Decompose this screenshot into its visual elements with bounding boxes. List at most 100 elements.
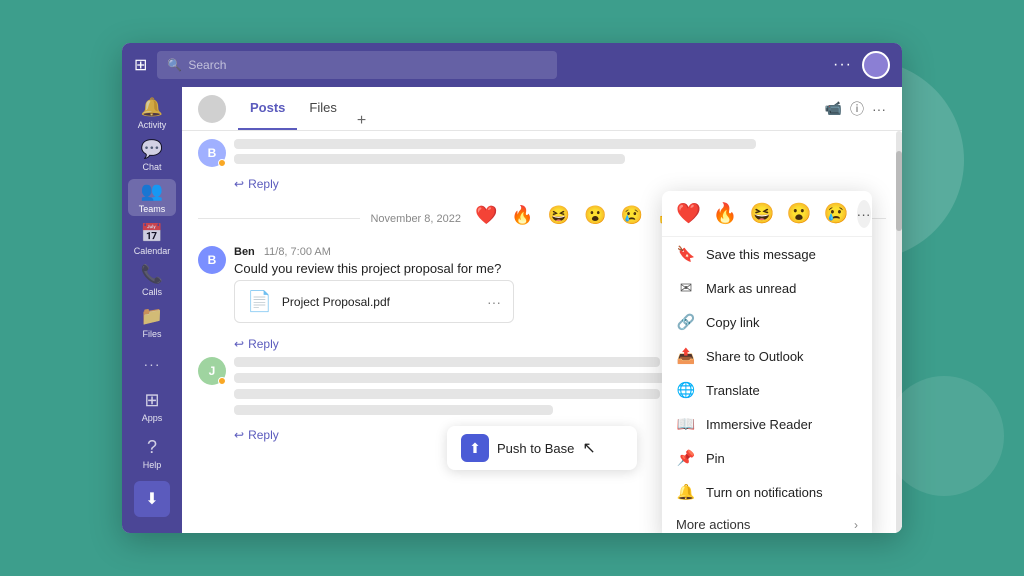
- sidebar-item-calendar[interactable]: 📅 Calendar: [128, 220, 176, 258]
- msg-content-1: [234, 139, 886, 169]
- sidebar-item-calls[interactable]: 📞 Calls: [128, 262, 176, 300]
- date-text: November 8, 2022: [370, 213, 461, 225]
- ctx-item-more-actions[interactable]: More actions ›: [662, 509, 872, 533]
- emoji-reaction-row: ❤️ 🔥 😆 😮 😢 ···: [662, 191, 872, 237]
- sidebar-item-calls-label: Calls: [142, 287, 162, 297]
- chevron-right-icon: ›: [854, 518, 858, 532]
- channel-header-right: 📹 ⓘ ···: [825, 99, 886, 119]
- top-bar: ⊞ 🔍 Search ···: [122, 43, 902, 87]
- ctx-emoji-sad[interactable]: 😢: [820, 199, 853, 228]
- ctx-translate-label: Translate: [706, 383, 760, 398]
- main-layout: 🔔 Activity 💬 Chat 👥 Teams 📅 Calendar 📞 C…: [122, 87, 902, 533]
- video-icon[interactable]: 📹: [825, 100, 842, 117]
- user-avatar[interactable]: [862, 51, 890, 79]
- ctx-item-notifications[interactable]: 🔔 Turn on notifications: [662, 475, 872, 509]
- sidebar-item-teams-label: Teams: [139, 204, 166, 214]
- push-icon: ⬆: [461, 434, 489, 462]
- message-row: B: [198, 139, 886, 169]
- grid-icon[interactable]: ⊞: [134, 55, 147, 75]
- msg-time: 11/8, 7:00 AM: [264, 246, 331, 258]
- info-icon[interactable]: ⓘ: [850, 99, 864, 119]
- ctx-more-emoji-button[interactable]: ···: [857, 200, 871, 228]
- calendar-icon: 📅: [141, 223, 163, 244]
- channel-header: Posts Files + 📹 ⓘ ···: [182, 87, 902, 131]
- ctx-item-pin[interactable]: 📌 Pin: [662, 441, 872, 475]
- save-icon: 🔖: [676, 245, 696, 263]
- skeleton-line: [234, 139, 756, 149]
- reply-label: Reply: [248, 177, 279, 191]
- reply-label-3: Reply: [248, 428, 279, 442]
- reply-label-2: Reply: [248, 337, 279, 351]
- emoji-laugh[interactable]: 😆: [544, 203, 574, 228]
- search-placeholder: Search: [188, 58, 226, 72]
- ctx-item-mark-unread[interactable]: ✉ Mark as unread: [662, 271, 872, 305]
- sidebar-item-files-label: Files: [142, 329, 161, 339]
- sidebar-item-help-label: Help: [143, 460, 162, 470]
- ctx-notifications-label: Turn on notifications: [706, 485, 823, 500]
- sidebar-item-chat[interactable]: 💬 Chat: [128, 137, 176, 175]
- tab-posts[interactable]: Posts: [238, 87, 297, 130]
- search-icon: 🔍: [167, 58, 182, 72]
- pdf-icon: 📄: [247, 289, 272, 314]
- tab-files[interactable]: Files: [297, 87, 348, 130]
- status-indicator-j: [218, 377, 226, 385]
- file-name: Project Proposal.pdf: [282, 295, 390, 309]
- reply-link-1[interactable]: ↩ Reply: [234, 177, 886, 191]
- ctx-item-immersive[interactable]: 📖 Immersive Reader: [662, 407, 872, 441]
- sidebar-item-activity[interactable]: 🔔 Activity: [128, 95, 176, 133]
- ctx-item-save[interactable]: 🔖 Save this message: [662, 237, 872, 271]
- immersive-icon: 📖: [676, 415, 696, 433]
- ctx-emoji-heart[interactable]: ❤️: [672, 199, 705, 228]
- sidebar-item-activity-label: Activity: [138, 120, 167, 130]
- more-icon: ···: [144, 356, 161, 372]
- pin-icon: 📌: [676, 449, 696, 467]
- messages-area[interactable]: B ↩ Reply November 8, 2022 ❤: [182, 131, 902, 533]
- emoji-wow[interactable]: 😮: [580, 203, 610, 228]
- calls-icon: 📞: [141, 264, 163, 285]
- sender-name: Ben: [234, 246, 255, 258]
- avatar-j: J: [198, 357, 226, 385]
- avatar-b1: B: [198, 139, 226, 167]
- ctx-emoji-laugh[interactable]: 😆: [746, 199, 779, 228]
- ctx-save-label: Save this message: [706, 247, 816, 262]
- push-arrow-icon: ⬆: [469, 440, 481, 457]
- ctx-more-actions-label: More actions: [676, 517, 750, 532]
- scroll-thumb: [896, 151, 902, 231]
- ctx-item-share-outlook[interactable]: 📤 Share to Outlook: [662, 339, 872, 373]
- download-button[interactable]: ⬇: [134, 481, 170, 517]
- channel-avatar: [198, 95, 226, 123]
- sidebar-item-teams[interactable]: 👥 Teams: [128, 179, 176, 217]
- context-menu: ❤️ 🔥 😆 😮 😢 ··· 🔖 Save this message ✉: [662, 191, 872, 533]
- skeleton-line-j4: [234, 405, 553, 415]
- skeleton-line-j1: [234, 357, 660, 367]
- ctx-item-translate[interactable]: 🌐 Translate: [662, 373, 872, 407]
- push-to-base-tooltip[interactable]: ⬆ Push to Base ↖: [447, 426, 637, 470]
- ctx-immersive-label: Immersive Reader: [706, 417, 812, 432]
- search-bar[interactable]: 🔍 Search: [157, 51, 557, 79]
- help-icon: ?: [147, 437, 157, 458]
- share-outlook-icon: 📤: [676, 347, 696, 365]
- ctx-item-copy-link[interactable]: 🔗 Copy link: [662, 305, 872, 339]
- translate-icon: 🌐: [676, 381, 696, 399]
- ctx-emoji-fire[interactable]: 🔥: [709, 199, 742, 228]
- apps-icon: ⊞: [144, 390, 159, 411]
- ctx-mark-unread-label: Mark as unread: [706, 281, 796, 296]
- cursor-icon: ↖: [582, 438, 595, 458]
- add-tab-button[interactable]: +: [349, 112, 374, 130]
- emoji-heart[interactable]: ❤️: [471, 203, 501, 228]
- more-options-button[interactable]: ···: [833, 56, 852, 74]
- ctx-emoji-wow[interactable]: 😮: [783, 199, 816, 228]
- sidebar-item-more[interactable]: ···: [128, 346, 176, 384]
- sidebar-item-help[interactable]: ? Help: [128, 429, 176, 477]
- status-indicator: [218, 159, 226, 167]
- sidebar-item-apps[interactable]: ⊞ Apps: [128, 387, 176, 425]
- channel-more-icon[interactable]: ···: [872, 101, 886, 117]
- emoji-fire[interactable]: 🔥: [507, 203, 537, 228]
- emoji-sad[interactable]: 😢: [617, 203, 647, 228]
- file-more-button[interactable]: ···: [487, 294, 501, 310]
- teams-icon: 👥: [141, 181, 163, 202]
- sidebar-item-files[interactable]: 📁 Files: [128, 304, 176, 342]
- skeleton-line-j3: [234, 389, 660, 399]
- copy-link-icon: 🔗: [676, 313, 696, 331]
- mark-unread-icon: ✉: [676, 279, 696, 297]
